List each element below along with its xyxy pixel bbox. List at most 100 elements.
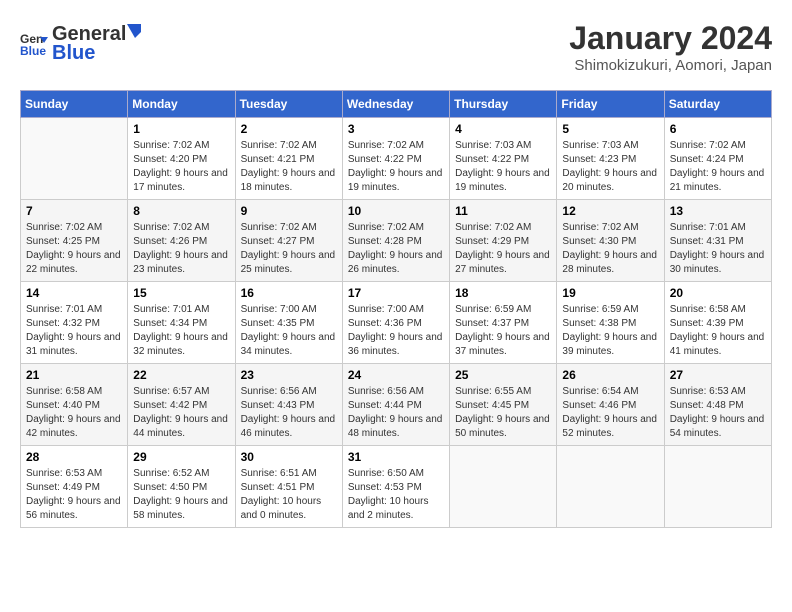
day-number: 4 xyxy=(455,122,551,136)
calendar-cell: 13Sunrise: 7:01 AMSunset: 4:31 PMDayligh… xyxy=(664,200,771,282)
day-info: Sunrise: 6:58 AMSunset: 4:40 PMDaylight:… xyxy=(26,385,122,441)
calendar-cell: 4Sunrise: 7:03 AMSunset: 4:22 PMDaylight… xyxy=(450,118,557,200)
weekday-header: Friday xyxy=(557,91,664,118)
day-number: 2 xyxy=(241,122,337,136)
calendar-week-row: 21Sunrise: 6:58 AMSunset: 4:40 PMDayligh… xyxy=(21,364,772,446)
day-number: 18 xyxy=(455,286,551,300)
calendar-cell: 6Sunrise: 7:02 AMSunset: 4:24 PMDaylight… xyxy=(664,118,771,200)
day-info: Sunrise: 6:58 AMSunset: 4:39 PMDaylight:… xyxy=(670,303,766,359)
day-info: Sunrise: 7:01 AMSunset: 4:32 PMDaylight:… xyxy=(26,303,122,359)
calendar-cell: 18 Sunrise: 6:59 AMSunset: 4:37 PMDayligh… xyxy=(450,282,557,364)
day-info: Sunrise: 6:57 AMSunset: 4:42 PMDaylight:… xyxy=(133,385,229,441)
day-number: 12 xyxy=(562,204,658,218)
day-number: 16 xyxy=(241,286,337,300)
day-number: 22 xyxy=(133,368,229,382)
page-header: Gen Blue General Blue January 2024 Shimo… xyxy=(20,20,772,74)
calendar-cell: 27 Sunrise: 6:53 AMSunset: 4:48 PMDayligh… xyxy=(664,364,771,446)
calendar-cell: 14Sunrise: 7:01 AMSunset: 4:32 PMDayligh… xyxy=(21,282,128,364)
day-info: Sunrise: 7:00 AMSunset: 4:36 PMDaylight:… xyxy=(348,303,444,359)
day-info: Sunrise: 7:03 AMSunset: 4:23 PMDaylight:… xyxy=(562,139,658,195)
calendar-week-row: 28Sunrise: 6:53 AMSunset: 4:49 PMDayligh… xyxy=(21,446,772,528)
calendar-table: SundayMondayTuesdayWednesdayThursdayFrid… xyxy=(20,90,772,528)
weekday-header: Thursday xyxy=(450,91,557,118)
day-info: Sunrise: 7:02 AMSunset: 4:22 PMDaylight:… xyxy=(348,139,444,195)
calendar-cell: 8 Sunrise: 7:02 AMSunset: 4:26 PMDaylight… xyxy=(128,200,235,282)
calendar-cell: 12Sunrise: 7:02 AMSunset: 4:30 PMDayligh… xyxy=(557,200,664,282)
calendar-cell: 2 Sunrise: 7:02 AMSunset: 4:21 PMDaylight… xyxy=(235,118,342,200)
day-info: Sunrise: 6:51 AMSunset: 4:51 PMDaylight:… xyxy=(241,467,337,523)
day-number: 5 xyxy=(562,122,658,136)
day-number: 23 xyxy=(241,368,337,382)
calendar-cell: 16 Sunrise: 7:00 AMSunset: 4:35 PMDayligh… xyxy=(235,282,342,364)
day-number: 20 xyxy=(670,286,766,300)
calendar-cell xyxy=(557,446,664,528)
day-info: Sunrise: 7:02 AMSunset: 4:26 PMDaylight:… xyxy=(133,221,229,277)
day-number: 31 xyxy=(348,450,444,464)
calendar-cell xyxy=(664,446,771,528)
weekday-header: Wednesday xyxy=(342,91,449,118)
day-info: Sunrise: 7:02 AMSunset: 4:24 PMDaylight:… xyxy=(670,139,766,195)
day-info: Sunrise: 7:02 AMSunset: 4:27 PMDaylight:… xyxy=(241,221,337,277)
calendar-week-row: 1 Sunrise: 7:02 AMSunset: 4:20 PMDaylight… xyxy=(21,118,772,200)
weekday-header: Sunday xyxy=(21,91,128,118)
day-info: Sunrise: 6:52 AMSunset: 4:50 PMDaylight:… xyxy=(133,467,229,523)
day-info: Sunrise: 7:02 AMSunset: 4:25 PMDaylight:… xyxy=(26,221,122,277)
logo: Gen Blue General Blue xyxy=(20,20,143,65)
calendar-cell: 10Sunrise: 7:02 AMSunset: 4:28 PMDayligh… xyxy=(342,200,449,282)
day-info: Sunrise: 6:59 AMSunset: 4:37 PMDaylight:… xyxy=(455,303,551,359)
calendar-cell: 26 Sunrise: 6:54 AMSunset: 4:46 PMDayligh… xyxy=(557,364,664,446)
calendar-cell: 29 Sunrise: 6:52 AMSunset: 4:50 PMDayligh… xyxy=(128,446,235,528)
location-title: Shimokizukuri, Aomori, Japan xyxy=(569,57,772,74)
calendar-cell: 22 Sunrise: 6:57 AMSunset: 4:42 PMDayligh… xyxy=(128,364,235,446)
calendar-cell: 9 Sunrise: 7:02 AMSunset: 4:27 PMDaylight… xyxy=(235,200,342,282)
day-info: Sunrise: 7:01 AMSunset: 4:31 PMDaylight:… xyxy=(670,221,766,277)
day-info: Sunrise: 6:53 AMSunset: 4:48 PMDaylight:… xyxy=(670,385,766,441)
day-number: 24 xyxy=(348,368,444,382)
day-number: 30 xyxy=(241,450,337,464)
svg-text:Blue: Blue xyxy=(20,44,46,57)
calendar-cell: 7 Sunrise: 7:02 AMSunset: 4:25 PMDaylight… xyxy=(21,200,128,282)
day-number: 8 xyxy=(133,204,229,218)
calendar-week-row: 14Sunrise: 7:01 AMSunset: 4:32 PMDayligh… xyxy=(21,282,772,364)
calendar-cell xyxy=(450,446,557,528)
day-info: Sunrise: 7:02 AMSunset: 4:21 PMDaylight:… xyxy=(241,139,337,195)
day-info: Sunrise: 7:02 AMSunset: 4:28 PMDaylight:… xyxy=(348,221,444,277)
day-number: 27 xyxy=(670,368,766,382)
day-info: Sunrise: 6:56 AMSunset: 4:43 PMDaylight:… xyxy=(241,385,337,441)
calendar-cell: 23 Sunrise: 6:56 AMSunset: 4:43 PMDayligh… xyxy=(235,364,342,446)
day-info: Sunrise: 6:54 AMSunset: 4:46 PMDaylight:… xyxy=(562,385,658,441)
day-info: Sunrise: 6:50 AMSunset: 4:53 PMDaylight:… xyxy=(348,467,444,523)
day-info: Sunrise: 7:01 AMSunset: 4:34 PMDaylight:… xyxy=(133,303,229,359)
calendar-week-row: 7 Sunrise: 7:02 AMSunset: 4:25 PMDaylight… xyxy=(21,200,772,282)
day-number: 26 xyxy=(562,368,658,382)
day-number: 7 xyxy=(26,204,122,218)
day-info: Sunrise: 7:02 AMSunset: 4:20 PMDaylight:… xyxy=(133,139,229,195)
calendar-cell: 1 Sunrise: 7:02 AMSunset: 4:20 PMDaylight… xyxy=(128,118,235,200)
day-number: 28 xyxy=(26,450,122,464)
calendar-cell: 24Sunrise: 6:56 AMSunset: 4:44 PMDayligh… xyxy=(342,364,449,446)
day-info: Sunrise: 7:00 AMSunset: 4:35 PMDaylight:… xyxy=(241,303,337,359)
calendar-cell: 28Sunrise: 6:53 AMSunset: 4:49 PMDayligh… xyxy=(21,446,128,528)
day-info: Sunrise: 7:02 AMSunset: 4:29 PMDaylight:… xyxy=(455,221,551,277)
day-number: 15 xyxy=(133,286,229,300)
month-title: January 2024 xyxy=(569,20,772,57)
calendar-cell: 25Sunrise: 6:55 AMSunset: 4:45 PMDayligh… xyxy=(450,364,557,446)
calendar-cell xyxy=(21,118,128,200)
calendar-header-row: SundayMondayTuesdayWednesdayThursdayFrid… xyxy=(21,91,772,118)
logo-arrow-icon xyxy=(127,20,143,40)
day-number: 19 xyxy=(562,286,658,300)
day-number: 1 xyxy=(133,122,229,136)
calendar-cell: 30 Sunrise: 6:51 AMSunset: 4:51 PMDayligh… xyxy=(235,446,342,528)
weekday-header: Tuesday xyxy=(235,91,342,118)
day-number: 9 xyxy=(241,204,337,218)
calendar-cell: 15 Sunrise: 7:01 AMSunset: 4:34 PMDayligh… xyxy=(128,282,235,364)
calendar-cell: 20 Sunrise: 6:58 AMSunset: 4:39 PMDayligh… xyxy=(664,282,771,364)
day-number: 29 xyxy=(133,450,229,464)
day-number: 11 xyxy=(455,204,551,218)
title-block: January 2024 Shimokizukuri, Aomori, Japa… xyxy=(569,20,772,74)
calendar-cell: 3Sunrise: 7:02 AMSunset: 4:22 PMDaylight… xyxy=(342,118,449,200)
calendar-cell: 19Sunrise: 6:59 AMSunset: 4:38 PMDayligh… xyxy=(557,282,664,364)
calendar-cell: 5 Sunrise: 7:03 AMSunset: 4:23 PMDaylight… xyxy=(557,118,664,200)
weekday-header: Monday xyxy=(128,91,235,118)
logo-icon: Gen Blue xyxy=(20,29,48,57)
